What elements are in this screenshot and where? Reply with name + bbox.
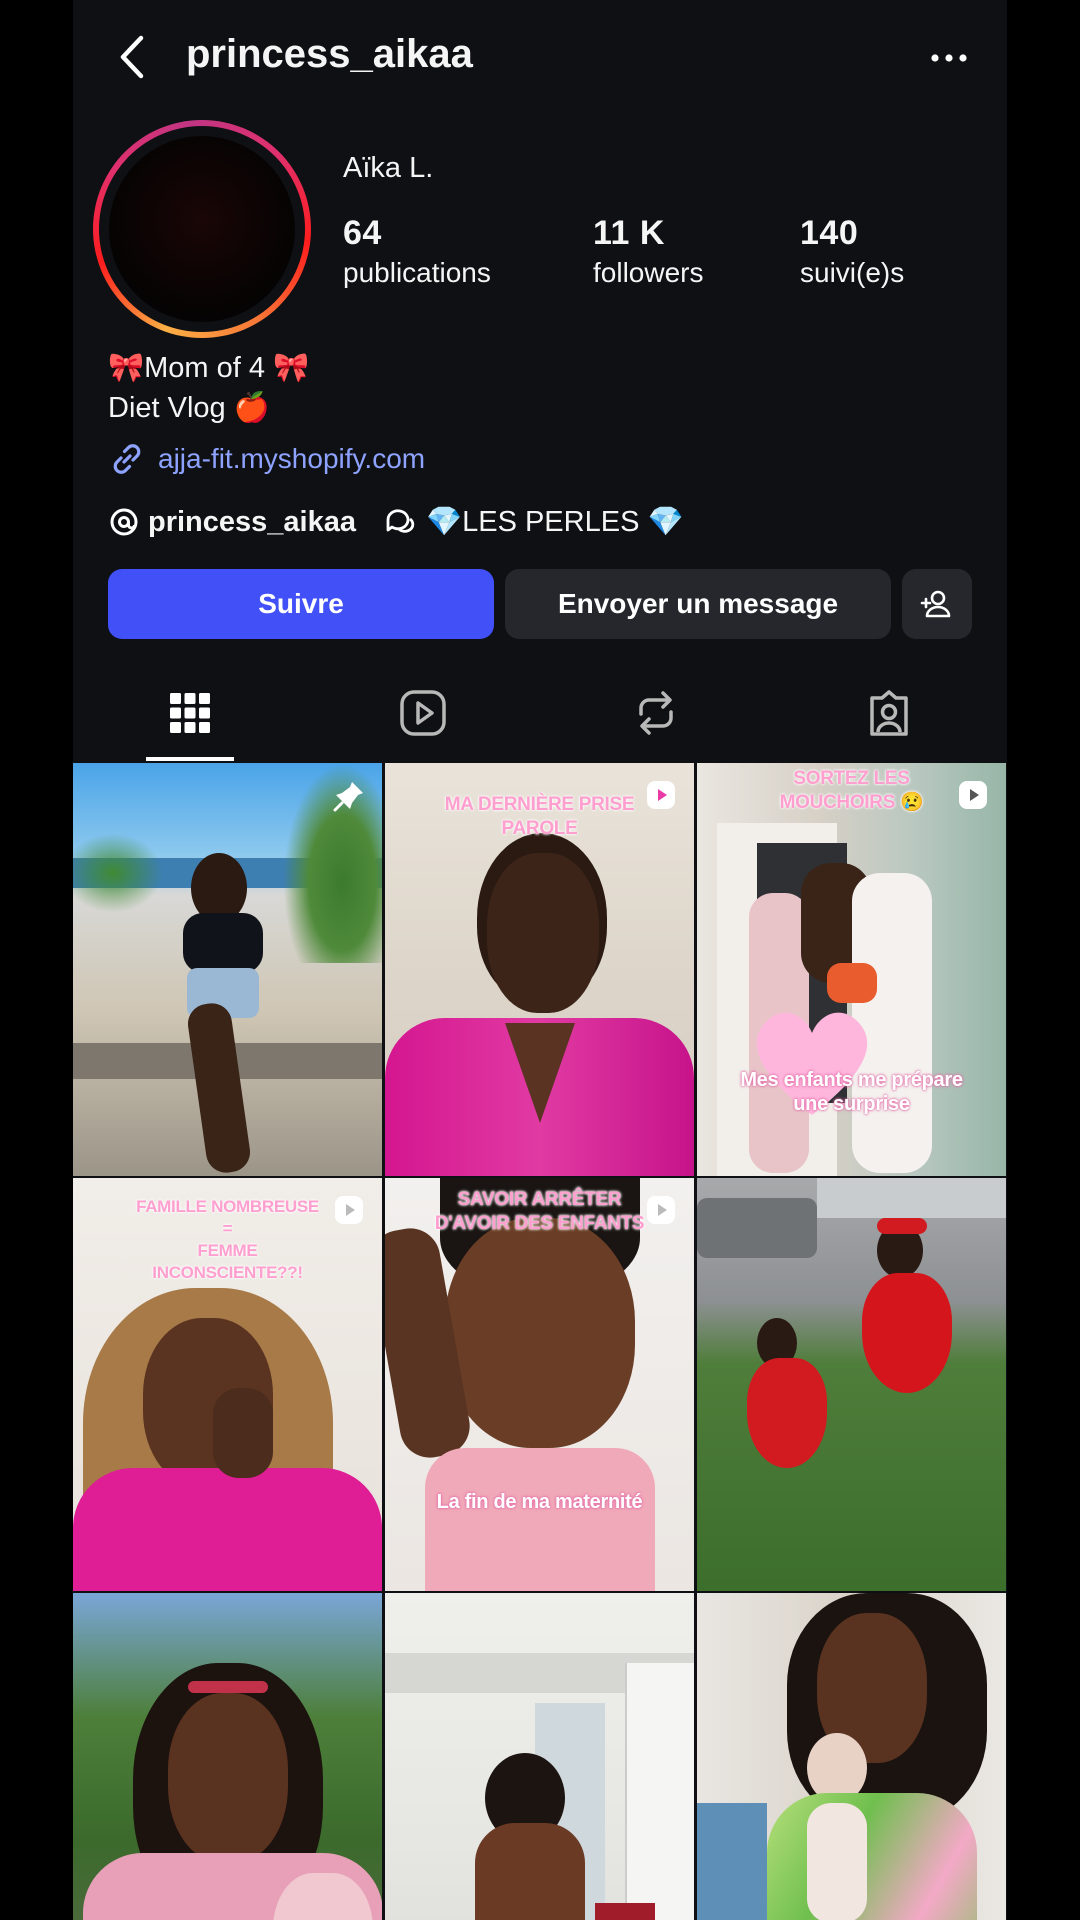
bio-line: Diet Vlog 🍎 bbox=[108, 392, 270, 424]
link-icon bbox=[113, 444, 141, 474]
post-thumbnail[interactable]: FAMILLE NOMBREUSE = FEMME INCONSCIENTE??! bbox=[73, 1178, 382, 1591]
post-thumbnail[interactable] bbox=[697, 1593, 1006, 1920]
profile-username: princess_aikaa bbox=[186, 32, 473, 76]
threads-icon bbox=[110, 508, 138, 536]
active-tab-indicator bbox=[146, 757, 234, 761]
threads-handle: princess_aikaa bbox=[148, 505, 356, 538]
story-ring[interactable] bbox=[93, 120, 311, 338]
top-bar: princess_aikaa bbox=[73, 0, 1007, 118]
reel-icon bbox=[647, 781, 675, 809]
stat-label: publications bbox=[343, 257, 491, 288]
reposts-icon bbox=[638, 691, 673, 735]
reel-icon bbox=[647, 1196, 675, 1224]
stat-followers[interactable]: 11 K followers bbox=[593, 214, 703, 289]
channel-chat-icon bbox=[386, 509, 415, 533]
threads-profile-link[interactable]: princess_aikaa bbox=[108, 506, 356, 539]
reel-icon bbox=[335, 1196, 363, 1224]
avatar bbox=[109, 136, 295, 322]
threads-row: princess_aikaa 💎LES PERLES 💎 bbox=[108, 505, 684, 539]
tagged-icon bbox=[869, 690, 908, 736]
bio: 🎀Mom of 4 🎀 Diet Vlog 🍎 bbox=[108, 348, 309, 428]
message-button[interactable]: Envoyer un message bbox=[505, 569, 891, 639]
post-thumbnail[interactable]: MA DERNIÈRE PRISE PAROLE bbox=[385, 763, 694, 1176]
more-options-button[interactable] bbox=[929, 40, 969, 76]
post-overlay-text-bottom: La fin de ma maternité bbox=[436, 1491, 643, 1513]
post-thumbnail[interactable] bbox=[73, 763, 382, 1176]
post-thumbnail[interactable] bbox=[697, 1178, 1006, 1591]
post-thumbnail[interactable] bbox=[73, 1593, 382, 1920]
channel-name: 💎LES PERLES 💎 bbox=[425, 506, 684, 538]
stat-following[interactable]: 140 suivi(e)s bbox=[800, 214, 904, 289]
post-thumbnail[interactable]: SAVOIR ARRÊTER D'AVOIR DES ENFANTS La fin… bbox=[385, 1178, 694, 1591]
link-text: ajja-fit.myshopify.com bbox=[158, 443, 426, 474]
bio-link[interactable]: ajja-fit.myshopify.com bbox=[108, 440, 425, 478]
reels-icon bbox=[399, 690, 446, 736]
more-horizontal-icon bbox=[931, 54, 967, 62]
stat-label: suivi(e)s bbox=[800, 257, 905, 288]
post-thumbnail[interactable] bbox=[385, 1593, 694, 1920]
tab-tagged[interactable] bbox=[772, 665, 1005, 761]
chevron-left-icon bbox=[120, 35, 144, 79]
suggested-users-button[interactable] bbox=[902, 569, 972, 639]
profile-tabs bbox=[73, 665, 1007, 761]
display-name: Aïka L. bbox=[343, 152, 434, 184]
broadcast-channel-link[interactable]: 💎LES PERLES 💎 bbox=[384, 505, 684, 539]
follow-button[interactable]: Suivre bbox=[108, 569, 494, 639]
pin-icon bbox=[333, 782, 363, 812]
profile-screen: princess_aikaa Aïka L. 64 publications 1… bbox=[73, 0, 1007, 1920]
stat-value: 64 bbox=[343, 214, 382, 252]
post-thumbnail[interactable]: SORTEZ LES MOUCHOIRS 😢 Mes enfants me pré… bbox=[697, 763, 1006, 1176]
reel-icon bbox=[959, 781, 987, 809]
stat-value: 140 bbox=[800, 214, 859, 252]
post-overlay-text-bottom: Mes enfants me prépare une surprise bbox=[740, 1069, 963, 1115]
tab-reels[interactable] bbox=[306, 665, 539, 761]
bio-line: 🎀Mom of 4 🎀 bbox=[108, 352, 310, 384]
tab-reposts[interactable] bbox=[539, 665, 772, 761]
stat-value: 11 K bbox=[593, 214, 665, 252]
add-user-icon bbox=[920, 590, 951, 618]
back-button[interactable] bbox=[113, 32, 153, 82]
stat-label: followers bbox=[593, 257, 704, 288]
tab-posts[interactable] bbox=[73, 665, 306, 761]
stat-publications[interactable]: 64 publications bbox=[343, 214, 491, 289]
grid-icon bbox=[169, 693, 210, 733]
